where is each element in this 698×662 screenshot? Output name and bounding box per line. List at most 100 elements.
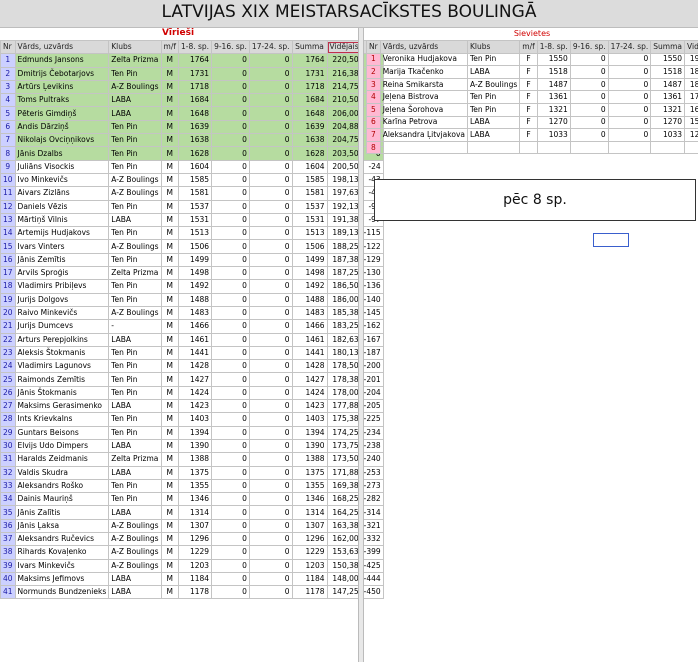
table-cell[interactable]: 1184: [177, 571, 213, 587]
row-number[interactable]: 22: [0, 332, 16, 347]
column-header[interactable]: 9-16. sp.: [211, 39, 250, 55]
table-cell[interactable]: 0: [211, 478, 250, 494]
table-cell[interactable]: 0: [211, 93, 250, 108]
table-cell[interactable]: Ivo Minkevičs: [14, 172, 110, 188]
row-number[interactable]: 12: [0, 199, 16, 214]
table-cell[interactable]: Artemijs Hudjakovs: [14, 226, 110, 241]
table-cell[interactable]: Elvijs Udo Dimpers: [14, 438, 110, 454]
table-cell[interactable]: M: [160, 305, 180, 321]
table-cell[interactable]: 170,13: [684, 90, 698, 104]
table-cell[interactable]: M: [160, 186, 180, 201]
table-cell[interactable]: 0: [248, 266, 293, 281]
table-cell[interactable]: -136: [360, 279, 384, 294]
table-cell[interactable]: Haralds Zeidmanis: [14, 452, 110, 467]
row-number[interactable]: 27: [0, 399, 16, 414]
table-cell[interactable]: 0: [211, 199, 250, 214]
table-cell[interactable]: 0: [248, 345, 293, 361]
table-cell[interactable]: 1487: [650, 77, 686, 92]
row-number[interactable]: 3: [0, 79, 16, 95]
table-cell[interactable]: Ten Pin: [108, 279, 162, 294]
table-cell[interactable]: 0: [211, 319, 250, 334]
table-cell[interactable]: 0: [211, 452, 250, 467]
table-cell[interactable]: 0: [211, 79, 250, 95]
column-header[interactable]: Vārds, uzvārds: [14, 39, 110, 55]
row-number[interactable]: 33: [0, 478, 16, 494]
table-cell[interactable]: 0: [211, 345, 250, 361]
row-number[interactable]: 25: [0, 372, 16, 387]
table-cell[interactable]: 1731: [177, 66, 213, 81]
table-cell[interactable]: M: [160, 226, 180, 241]
table-cell[interactable]: 177,88: [326, 399, 362, 414]
table-cell[interactable]: 0: [248, 66, 293, 81]
table-cell[interactable]: Jurijs Dumcevs: [14, 319, 110, 334]
table-cell[interactable]: M: [160, 585, 180, 600]
table-cell[interactable]: 1461: [177, 332, 213, 347]
table-cell[interactable]: -253: [360, 465, 384, 480]
table-cell[interactable]: Ten Pin: [108, 492, 162, 507]
table-cell[interactable]: 0: [248, 425, 293, 440]
column-header[interactable]: Summa: [291, 39, 328, 55]
table-cell[interactable]: M: [160, 79, 180, 95]
table-cell[interactable]: 158,75: [684, 115, 698, 130]
table-cell[interactable]: 0: [211, 531, 250, 547]
table-cell[interactable]: 1518: [536, 65, 571, 79]
row-number[interactable]: 14: [0, 226, 16, 241]
table-cell[interactable]: 178,38: [326, 372, 362, 387]
table-cell[interactable]: Aleksandrs Ručevics: [14, 531, 110, 547]
table-cell[interactable]: 1483: [291, 305, 328, 321]
table-cell[interactable]: Rihards Kovaļenko: [14, 545, 110, 560]
table-cell[interactable]: M: [160, 492, 180, 507]
table-cell[interactable]: 191,38: [326, 212, 362, 228]
table-cell[interactable]: Daniels Vēzis: [14, 199, 110, 214]
row-number[interactable]: 40: [0, 571, 16, 587]
table-cell[interactable]: Ten Pin: [108, 119, 162, 135]
table-cell[interactable]: 0: [569, 77, 609, 92]
table-cell[interactable]: A-Z Boulings: [108, 239, 162, 254]
table-cell[interactable]: 187,38: [326, 252, 362, 268]
table-cell[interactable]: 0: [607, 77, 652, 92]
table-cell[interactable]: 0: [607, 128, 652, 142]
table-cell[interactable]: 0: [248, 226, 293, 241]
table-cell[interactable]: 0: [248, 332, 293, 347]
table-cell[interactable]: Ten Pin: [108, 359, 162, 374]
table-cell[interactable]: 1184: [291, 571, 328, 587]
table-cell[interactable]: Pēteris Gimdiņš: [14, 106, 110, 121]
table-cell[interactable]: Reina Smikarsta: [379, 77, 468, 92]
table-cell[interactable]: 1441: [291, 345, 328, 361]
table-cell[interactable]: -238: [360, 438, 384, 454]
table-cell[interactable]: Jānis Ļaksa: [14, 518, 110, 533]
table-cell[interactable]: M: [160, 545, 180, 560]
table-cell[interactable]: 1684: [291, 93, 328, 108]
table-cell[interactable]: 0: [248, 492, 293, 507]
table-cell[interactable]: LABA: [108, 465, 162, 480]
table-cell[interactable]: 198,13: [326, 172, 362, 188]
table-cell[interactable]: 204,75: [326, 133, 362, 148]
table-cell[interactable]: Ten Pin: [108, 372, 162, 387]
table-cell[interactable]: M: [160, 452, 180, 467]
table-cell[interactable]: 1203: [177, 558, 213, 573]
table-cell[interactable]: LABA: [108, 212, 162, 228]
table-cell[interactable]: 1498: [291, 266, 328, 281]
table-cell[interactable]: Ten Pin: [108, 385, 162, 401]
table-cell[interactable]: -234: [360, 425, 384, 440]
table-cell[interactable]: 192,13: [326, 199, 362, 214]
table-cell[interactable]: -225: [360, 412, 384, 427]
table-cell[interactable]: 1518: [650, 65, 686, 79]
table-cell[interactable]: 0: [211, 545, 250, 560]
table-cell[interactable]: Guntars Beisons: [14, 425, 110, 440]
table-cell[interactable]: M: [160, 399, 180, 414]
table-cell[interactable]: M: [160, 518, 180, 533]
row-number[interactable]: 16: [0, 252, 16, 268]
table-cell[interactable]: 1361: [650, 90, 686, 104]
table-cell[interactable]: 0: [248, 106, 293, 121]
table-cell[interactable]: LABA: [108, 438, 162, 454]
table-cell[interactable]: M: [160, 279, 180, 294]
row-number[interactable]: 32: [0, 465, 16, 480]
table-cell[interactable]: F: [519, 65, 538, 79]
column-header[interactable]: 17-24. sp.: [248, 39, 293, 55]
table-cell[interactable]: M: [160, 438, 180, 454]
table-cell[interactable]: 1648: [291, 106, 328, 121]
table-cell[interactable]: 129,13: [684, 128, 698, 142]
table-cell[interactable]: -167: [360, 332, 384, 347]
table-cell[interactable]: Jurijs Dolgovs: [14, 292, 110, 307]
